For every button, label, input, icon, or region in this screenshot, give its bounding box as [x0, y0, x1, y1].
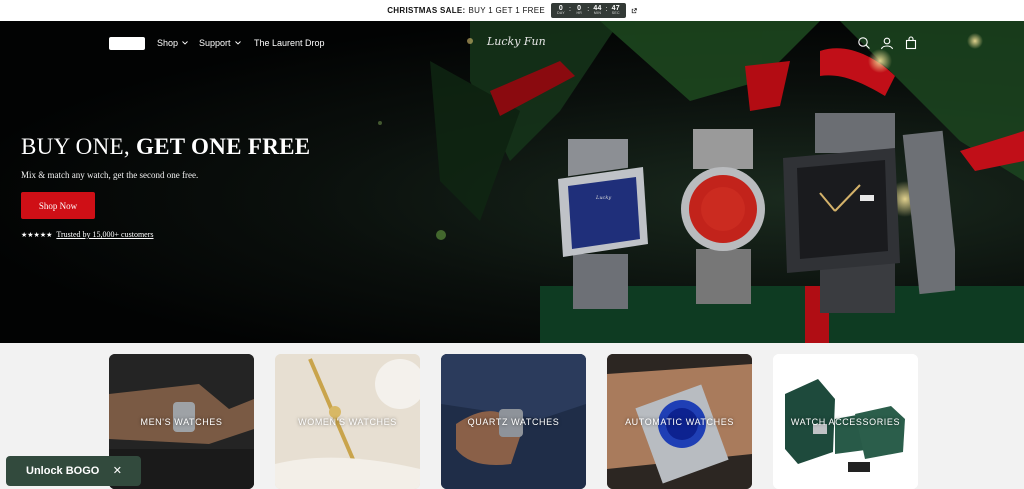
hero-title-bold: GET ONE FREE [135, 134, 311, 159]
countdown-timer: 0 DAY : 0 HR : 44 MIN : 47 SEC [551, 3, 626, 18]
category-label: WATCH ACCESSORIES [790, 416, 901, 427]
watch-image-black [783, 113, 955, 313]
category-label: AUTOMATIC WATCHES [625, 416, 734, 427]
trust-link[interactable]: Trusted by 15,000+ customers [56, 230, 153, 239]
rating-stars-icon: ★★★★★ [21, 230, 53, 239]
countdown-days: 0 DAY [557, 5, 565, 16]
site-logo[interactable] [109, 37, 145, 50]
category-card-accessories[interactable]: WATCH ACCESSORIES [773, 354, 918, 489]
category-label: WOMEN'S WATCHES [298, 416, 397, 427]
category-label: QUARTZ WATCHES [467, 416, 560, 427]
nav-support-label: Support [199, 38, 231, 48]
countdown-minutes: 44 MIN [593, 5, 602, 16]
hero-title: BUY ONE, GET ONE FREE [21, 134, 310, 160]
category-card-quartz[interactable]: QUARTZ WATCHES [441, 354, 586, 489]
category-card-womens[interactable]: WOMEN'S WATCHES [275, 354, 420, 489]
chevron-down-icon [234, 41, 241, 45]
countdown-seconds: 47 SEC [611, 5, 620, 16]
hero-title-regular: BUY ONE, [21, 134, 130, 159]
close-icon[interactable]: ✕ [113, 464, 122, 477]
countdown-hours: 0 HR [576, 5, 583, 16]
nav-shop[interactable]: Shop [157, 38, 188, 48]
category-grid: MEN'S WATCHES WOMEN'S WATCHES QUARTZ WAT… [0, 343, 1024, 489]
trust-rating: ★★★★★ Trusted by 15,000+ customers [21, 230, 154, 239]
brand-wordmark[interactable]: Lucky Fun [487, 35, 546, 48]
watch-image-red [681, 129, 765, 304]
shop-now-button[interactable]: Shop Now [21, 192, 95, 219]
hero-subtitle: Mix & match any watch, get the second on… [21, 170, 199, 180]
chevron-down-icon [182, 41, 188, 45]
nav-laurent-drop[interactable]: The Laurent Drop [254, 38, 325, 48]
sale-title: CHRISTMAS SALE: [387, 6, 466, 15]
watch-image-blue: Lucky [558, 139, 648, 309]
svg-text:Lucky: Lucky [595, 195, 611, 201]
account-icon[interactable] [880, 36, 894, 50]
announcement-bar: CHRISTMAS SALE: BUY 1 GET 1 FREE 0 DAY :… [0, 0, 1024, 21]
nav-support[interactable]: Support [199, 38, 241, 48]
cart-icon[interactable] [904, 36, 918, 50]
external-link-icon[interactable] [631, 7, 637, 14]
search-icon[interactable] [857, 36, 871, 50]
unlock-bogo-widget[interactable]: Unlock BOGO ✕ [6, 456, 141, 486]
main-navigation: Shop Support The Laurent Drop Lucky Fun [0, 21, 1024, 67]
category-card-automatic[interactable]: AUTOMATIC WATCHES [607, 354, 752, 489]
category-label: MEN'S WATCHES [140, 416, 223, 427]
unlock-bogo-label[interactable]: Unlock BOGO [26, 465, 99, 477]
sale-text: BUY 1 GET 1 FREE [468, 6, 546, 15]
nav-laurent-drop-label: The Laurent Drop [254, 38, 325, 48]
hero-banner: Lucky Shop Support The Laurent Drop Luck… [0, 21, 1024, 343]
nav-shop-label: Shop [157, 38, 179, 48]
